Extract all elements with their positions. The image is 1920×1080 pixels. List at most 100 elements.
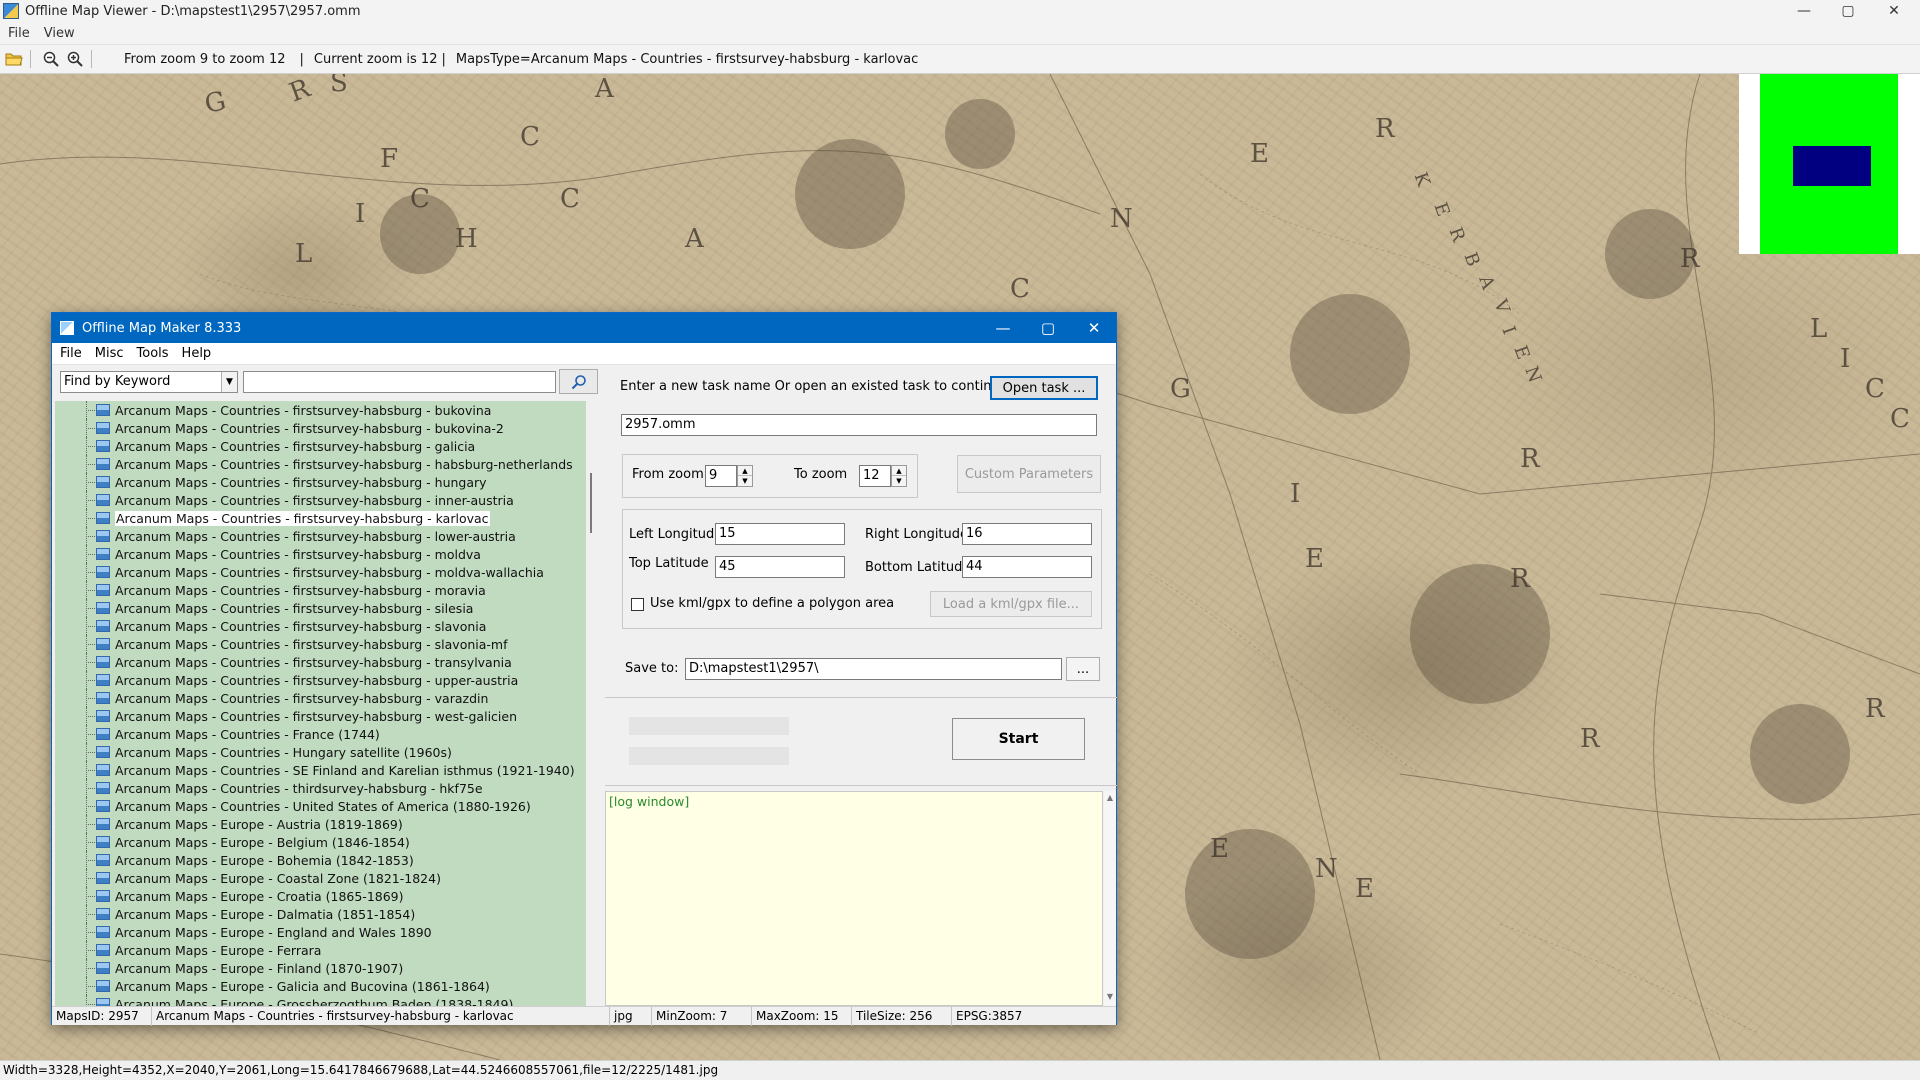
tree-item[interactable]: Arcanum Maps - Europe - Croatia (1865-18…	[55, 887, 583, 905]
log-scrollbar[interactable]: ▲ ▼	[1104, 791, 1116, 1006]
search-input[interactable]	[243, 371, 556, 393]
left-longitude-input[interactable]: 15	[715, 523, 845, 545]
tree-item[interactable]: Arcanum Maps - Countries - France (1744)	[55, 725, 583, 743]
tree-item[interactable]: Arcanum Maps - Countries - firstsurvey-h…	[55, 473, 583, 491]
to-zoom-stepper[interactable]: ▲ ▼	[891, 465, 907, 487]
tree-item[interactable]: Arcanum Maps - Countries - firstsurvey-h…	[55, 563, 583, 581]
load-kml-button[interactable]: Load a kml/gpx file...	[930, 591, 1092, 617]
custom-parameters-button[interactable]: Custom Parameters	[957, 455, 1101, 493]
chevron-down-icon[interactable]: ▼	[221, 372, 237, 392]
tree-item[interactable]: Arcanum Maps - Europe - Coastal Zone (18…	[55, 869, 583, 887]
tree-item[interactable]: Arcanum Maps - Countries - firstsurvey-h…	[55, 635, 583, 653]
bottom-latitude-input[interactable]: 44	[962, 556, 1092, 578]
to-zoom-input[interactable]: 12	[859, 465, 891, 487]
tree-item[interactable]: Arcanum Maps - Countries - firstsurvey-h…	[55, 419, 583, 437]
tree-item[interactable]: Arcanum Maps - Countries - Hungary satel…	[55, 743, 583, 761]
omm-maximize-button[interactable]: ▢	[1026, 313, 1070, 343]
omm-close-button[interactable]: ✕	[1072, 313, 1116, 343]
save-path-input[interactable]: D:\mapstest1\2957\	[685, 658, 1062, 680]
log-window[interactable]: [log window]	[605, 791, 1103, 1006]
from-zoom-stepper[interactable]: ▲ ▼	[737, 465, 753, 487]
omm-title-bar: Offline Map Maker 8.333 — ▢ ✕	[52, 313, 1116, 343]
map-image-icon	[96, 638, 110, 650]
status-min-zoom: MinZoom: 7	[652, 1007, 752, 1026]
browse-button[interactable]: ...	[1066, 657, 1100, 681]
scroll-up-icon[interactable]: ▲	[1104, 793, 1116, 805]
tree-item[interactable]: Arcanum Maps - Countries - thirdsurvey-h…	[55, 779, 583, 797]
omm-menu-help[interactable]: Help	[182, 346, 212, 361]
tree-item[interactable]: Arcanum Maps - Countries - firstsurvey-h…	[55, 707, 583, 725]
tree-item[interactable]: Arcanum Maps - Europe - Austria (1819-18…	[55, 815, 583, 833]
tree-item[interactable]: Arcanum Maps - Countries - firstsurvey-h…	[55, 581, 583, 599]
map-label-letter: S	[330, 74, 348, 98]
tree-item[interactable]: Arcanum Maps - Countries - firstsurvey-h…	[55, 527, 583, 545]
tree-item[interactable]: Arcanum Maps - Europe - Dalmatia (1851-1…	[55, 905, 583, 923]
tree-item[interactable]: Arcanum Maps - Countries - firstsurvey-h…	[55, 401, 583, 419]
use-kml-checkbox[interactable]	[631, 598, 644, 611]
tree-item[interactable]: Arcanum Maps - Countries - firstsurvey-h…	[55, 617, 583, 635]
tree-item[interactable]: Arcanum Maps - Europe - Belgium (1846-18…	[55, 833, 583, 851]
tree-item[interactable]: Arcanum Maps - Countries - SE Finland an…	[55, 761, 583, 779]
omm-menu-file[interactable]: File	[60, 346, 82, 361]
tree-item[interactable]: Arcanum Maps - Countries - firstsurvey-h…	[55, 653, 583, 671]
spinner-up-icon[interactable]: ▲	[892, 466, 906, 476]
minimap-overview[interactable]	[1739, 74, 1920, 254]
open-task-button[interactable]: Open task ...	[990, 376, 1098, 400]
viewer-toolbar: From zoom 9 to zoom 12 | Current zoom is…	[0, 44, 1920, 74]
map-label-letter: E	[1210, 834, 1229, 864]
tree-item[interactable]: Arcanum Maps - Countries - firstsurvey-h…	[55, 671, 583, 689]
omm-menu-tools[interactable]: Tools	[137, 346, 169, 361]
spinner-up-icon[interactable]: ▲	[738, 466, 752, 476]
tree-item[interactable]: Arcanum Maps - Countries - firstsurvey-h…	[55, 437, 583, 455]
start-button[interactable]: Start	[952, 718, 1085, 760]
tree-item[interactable]: Arcanum Maps - Countries - firstsurvey-h…	[55, 491, 583, 509]
map-image-icon	[96, 818, 110, 830]
search-icon	[571, 374, 586, 389]
omm-minimize-button[interactable]: —	[981, 313, 1025, 343]
tree-item[interactable]: Arcanum Maps - Europe - England and Wale…	[55, 923, 583, 941]
map-label-letter: I	[1290, 479, 1301, 509]
zoom-in-icon[interactable]	[65, 49, 85, 69]
tree-item[interactable]: Arcanum Maps - Countries - firstsurvey-h…	[55, 455, 583, 473]
viewer-minimize-button[interactable]: —	[1782, 0, 1826, 22]
map-source-tree[interactable]: Arcanum Maps - Countries - firstsurvey-h…	[55, 401, 586, 1007]
viewer-menu-file[interactable]: File	[8, 26, 30, 41]
tree-item[interactable]: Arcanum Maps - Europe - Ferrara	[55, 941, 583, 959]
tree-item[interactable]: Arcanum Maps - Countries - United States…	[55, 797, 583, 815]
tree-item[interactable]: Arcanum Maps - Europe - Bohemia (1842-18…	[55, 851, 583, 869]
search-button[interactable]	[559, 369, 598, 394]
open-folder-icon[interactable]	[4, 49, 24, 69]
tree-connector-branch	[86, 698, 95, 699]
scroll-down-icon[interactable]: ▼	[1104, 992, 1116, 1004]
status-format: jpg	[610, 1007, 652, 1026]
map-image-icon	[96, 854, 110, 866]
tree-scrollbar[interactable]	[589, 401, 593, 1007]
tree-item[interactable]: Arcanum Maps - Countries - firstsurvey-h…	[55, 509, 583, 527]
map-label-letter: C	[520, 122, 540, 152]
map-label-letter: C	[410, 184, 430, 214]
from-zoom-input[interactable]: 9	[705, 465, 737, 487]
zoom-out-icon[interactable]	[41, 49, 61, 69]
tree-scrollbar-thumb[interactable]	[590, 473, 592, 533]
top-latitude-input[interactable]: 45	[715, 556, 845, 578]
viewer-menu-view[interactable]: View	[44, 26, 75, 41]
minimap-viewport-indicator[interactable]	[1793, 146, 1871, 186]
viewer-maximize-button[interactable]: ▢	[1826, 0, 1870, 22]
spinner-down-icon[interactable]: ▼	[738, 476, 752, 486]
tree-item[interactable]: Arcanum Maps - Countries - firstsurvey-h…	[55, 599, 583, 617]
tree-item-label: Arcanum Maps - Countries - firstsurvey-h…	[115, 618, 487, 634]
tree-item[interactable]: Arcanum Maps - Countries - firstsurvey-h…	[55, 545, 583, 563]
search-mode-select[interactable]: Find by Keyword ▼	[60, 371, 238, 393]
tree-item-label: Arcanum Maps - Europe - Finland (1870-19…	[115, 960, 404, 976]
tree-item[interactable]: Arcanum Maps - Europe - Galicia and Buco…	[55, 977, 583, 995]
omm-menu-misc[interactable]: Misc	[95, 346, 124, 361]
right-longitude-input[interactable]: 16	[962, 523, 1092, 545]
map-image-icon	[96, 602, 110, 614]
tree-item[interactable]: Arcanum Maps - Countries - firstsurvey-h…	[55, 689, 583, 707]
tree-item-label: Arcanum Maps - Countries - firstsurvey-h…	[115, 672, 519, 688]
tree-item-label: Arcanum Maps - Europe - Bohemia (1842-18…	[115, 852, 414, 868]
tree-item[interactable]: Arcanum Maps - Europe - Finland (1870-19…	[55, 959, 583, 977]
viewer-close-button[interactable]: ✕	[1872, 0, 1916, 22]
task-name-input[interactable]: 2957.omm	[621, 414, 1097, 436]
spinner-down-icon[interactable]: ▼	[892, 476, 906, 486]
